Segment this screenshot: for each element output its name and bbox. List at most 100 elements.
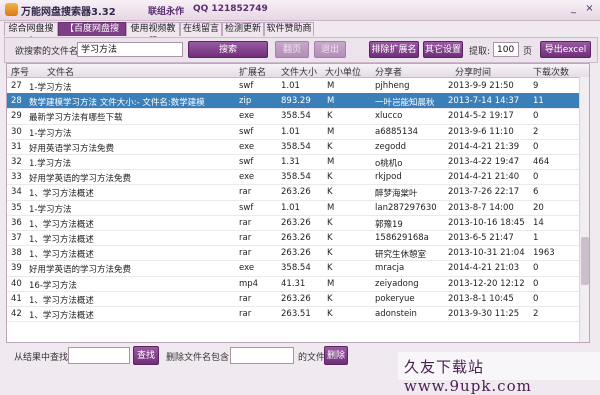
cell-unit: K [327,187,333,198]
cell-time: 2013-12-20 12:12 [448,278,525,289]
cell-ext: rar [239,309,252,319]
cell-filename: 1、学习方法概述 [29,235,94,245]
close-icon[interactable]: × [582,2,597,16]
header-downloads[interactable]: 下载次数 [533,65,569,78]
table-row[interactable]: 37 1、学习方法概述 rar 263.26 K 158629168a 2013-6-5 2… [7,230,579,247]
cell-filename: 1、学习方法概述 [29,250,94,261]
cell-downloads: 11 [533,96,544,107]
cell-time: 2013-4-22 19:47 [448,157,520,167]
cell-time: 2014-4-21 21:40 [448,172,520,183]
cell-size: 263.26 [281,217,311,228]
cell-size: 41.31 [281,278,306,289]
cell-filename: 1、学习方法概述 [29,189,94,200]
exclude-ext-button[interactable]: 排除扩展名 [369,41,419,58]
delete-input[interactable] [230,347,294,364]
table-row[interactable]: 34 1、学习方法概述 rar 263.26 K 醉梦海棠叶 2013-7-26 22:17… [7,184,579,201]
delete-button[interactable]: 删除 [324,346,348,365]
cell-filename: 最新学习方法有哪些下载 [29,113,123,124]
cell-ext: rar [239,248,252,259]
tab-sponsor[interactable]: 软件赞助商 [264,22,314,36]
minimize-icon[interactable]: _ [566,2,581,16]
table-row[interactable]: 28 数学建模学习方法 文件大小:- 文件名:数学建模 zip 893.29 M 一叶岂能… [7,93,579,110]
cell-time: 2013-7-26 22:17 [448,187,520,198]
cell-ext: exe [239,141,255,152]
table-row[interactable]: 29 最新学习方法有哪些下载 exe 358.54 Kxlucco 2014-5-2 19… [7,108,579,125]
cell-ext: exe [239,172,255,183]
cell-downloads: 2 [533,309,539,319]
cell-downloads: 0 [533,111,539,122]
header-time[interactable]: 分享时间 [455,65,491,78]
find-label: 从结果中查找: [14,353,72,363]
cell-downloads: 0 [533,172,539,183]
table-row[interactable]: 32 1.学习方法 swf 1.31 Mo桃机o 2013-4-22 19:47 464 [7,154,579,171]
next-page-button[interactable]: 翻页 [275,41,309,58]
tab-check-update[interactable]: 检测更新 [222,22,264,36]
table-row[interactable]: 33 好用学英语的学习方法免费 exe 358.54 Krkjpod 2014-4-21 … [7,169,579,186]
cell-sharer: rkjpod [375,172,402,183]
table-row[interactable]: 41 1、学习方法概述 rar 263.26 Kpokeryue 2013-8-1 10:… [7,291,579,307]
table-row[interactable]: 36 1、学习方法概述 rar 263.26 K 郭豫19 2013-10-16 18:45… [7,215,579,231]
cell-unit: M [327,96,335,107]
cell-time: 2013-9-30 11:25 [448,309,520,319]
table-row[interactable]: 39 好用学英语的学习方法免费 exe 358.54 Kmracja 2014-4-21 … [7,260,579,277]
header-unit[interactable]: 大小单位 [325,65,361,78]
cell-downloads: 2 [533,126,539,137]
cell-unit: M [327,157,335,167]
search-button[interactable]: 搜索 [188,41,268,58]
cell-time: 2014-4-21 21:39 [448,141,520,152]
find-input[interactable] [68,347,130,364]
cell-size: 263.26 [281,187,311,198]
search-input[interactable]: 学习方法 [77,42,183,57]
tab-baidu-search[interactable]: 【百度网盘搜索】 [58,22,126,47]
cell-size: 263.26 [281,293,311,304]
table-row[interactable]: 42 1、学习方法概述 rar 263.51 Kadonstein 2013-9-30 1… [7,306,579,323]
cell-size: 1.31 [281,157,300,167]
cell-time: 2013-9-6 11:10 [448,126,514,137]
cell-sharer: lan287297630 [375,202,437,213]
header-sharer[interactable]: 分享者 [375,65,402,78]
cell-ext: exe [239,263,255,274]
table-row[interactable]: 31 好用英语学习方法免费 exe 358.54 Kzegodd 2014-4-21 21… [7,139,579,155]
cell-ext: rar [239,217,252,228]
cell-sharer: xlucco [375,111,403,122]
title-bar: 万能网盘搜索器3.32 联组永作 QQ 121852749 _ × [0,0,600,21]
scrollbar-thumb[interactable] [581,237,589,285]
cell-filename: 1-学习方法 [29,128,72,139]
export-excel-button[interactable]: 导出excel [540,41,591,58]
cell-filename: 1、学习方法概述 [29,295,94,306]
file-suffix-label: 的文件 [298,353,326,363]
cell-unit: K [327,309,333,319]
cell-size: 1.01 [281,126,300,137]
cell-sharer: pokeryue [375,293,415,304]
cell-downloads: 9 [533,81,539,91]
header-ext[interactable]: 扩展名 [239,65,266,78]
header-no[interactable]: 序号 [11,65,29,78]
stop-button[interactable]: 退出 [314,41,346,58]
table-row[interactable]: 30 1-学习方法 swf 1.01 Ma6885134 2013-9-6 11:10 2 [7,124,579,140]
cell-ext: rar [239,293,252,304]
find-button[interactable]: 查找 [133,346,159,365]
cell-ext: exe [239,111,255,122]
header-filename[interactable]: 文件名 [47,65,74,78]
cell-downloads: 6 [533,187,539,198]
cell-sharer: zeiyadong [375,278,419,289]
tab-online-message[interactable]: 在线留言 [180,22,222,36]
author-label: 联组永作 [148,7,185,17]
delete-label: 删除文件名包含: [166,353,233,363]
other-settings-button[interactable]: 其它设置 [423,41,463,58]
table-row[interactable]: 40 16-学习方法 mp4 41.31 Mzeiyadong 2013-12-20 12… [7,276,579,292]
cell-sharer: mracja [375,263,405,274]
cell-sharer: pjhheng [375,81,410,91]
table-row[interactable]: 35 1-学习方法 swf 1.01 Mlan287297630 2013-8-7 14:… [7,200,579,216]
table-header: 序号 文件名 扩展名 文件大小 大小单位 分享者 分享时间 下载次数 [7,64,589,78]
header-size[interactable]: 文件大小 [281,65,317,78]
tab-general-search[interactable]: 综合网盘搜索 [4,22,58,47]
extract-pages-input[interactable]: 100 [493,42,519,57]
table-row[interactable]: 27 1-学习方法 swf 1.01 Mpjhheng 2013-9-9 21:50 9 [7,78,579,95]
vertical-scrollbar[interactable] [579,77,589,342]
cell-time: 2013-9-9 21:50 [448,81,514,91]
cell-size: 358.54 [281,263,311,274]
table-row[interactable]: 38 1、学习方法概述 rar 263.26 K 研究生休憩室 2013-10-31 21:… [7,245,579,262]
tab-video-tutorial[interactable]: 使用视频教程 [126,22,180,47]
cell-time: 2013-6-5 21:47 [448,233,514,243]
